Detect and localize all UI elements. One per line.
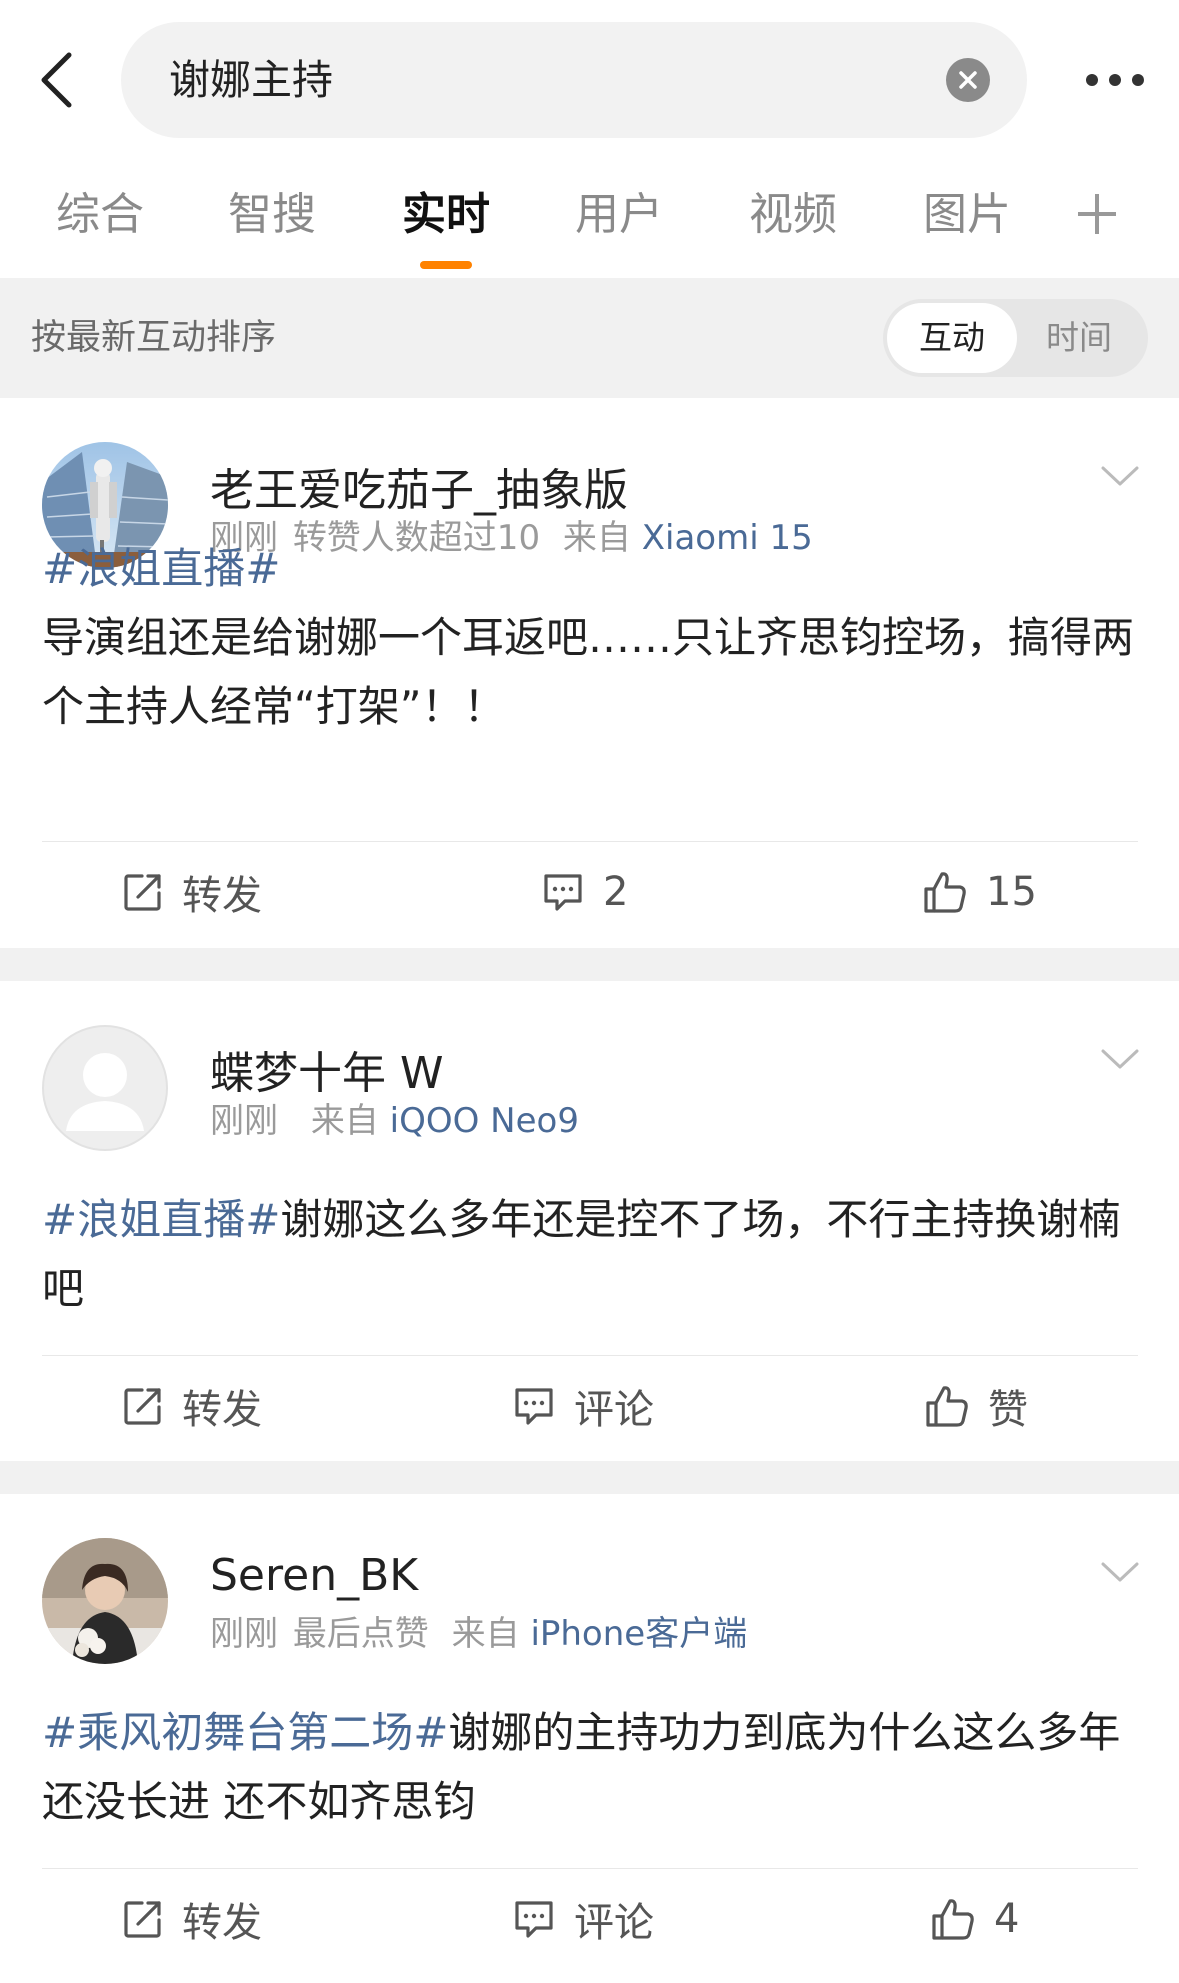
post-card[interactable]: Seren_BK 刚刚 最后点赞 来自 iPhone客户端 #乘风初舞台第二场#… (0, 1494, 1179, 1983)
like-button[interactable]: 4 (930, 1889, 1019, 1949)
post-time: 刚刚 (210, 1101, 278, 1141)
tab-comprehensive[interactable]: 综合 (55, 180, 145, 250)
post-hashtag[interactable]: #浪姐直播# (42, 534, 1142, 603)
thumbs-up-icon (926, 1386, 968, 1427)
search-input[interactable]: 谢娜主持 (121, 22, 1027, 138)
comment-icon (515, 1388, 553, 1425)
post-text: 导演组还是给谢娜一个耳返吧……只让齐思钧控场，搞得两个主持人经常“打架”！！ (42, 613, 1135, 731)
thumbs-up-icon (924, 872, 966, 913)
avatar[interactable] (42, 1025, 168, 1151)
like-count: 15 (986, 869, 1037, 915)
active-tab-indicator (420, 261, 472, 269)
sort-option-interaction[interactable]: 互动 (887, 303, 1017, 373)
back-button[interactable] (28, 44, 84, 116)
repost-icon (124, 874, 161, 911)
repost-button[interactable]: 转发 (122, 1376, 262, 1436)
chevron-down-icon[interactable] (1099, 1043, 1141, 1073)
post-extra: 最后点赞 (292, 1614, 429, 1654)
close-icon (959, 71, 977, 89)
post-content: #浪姐直播# 导演组还是给谢娜一个耳返吧……只让齐思钧控场，搞得两个主持人经常“… (42, 466, 1142, 731)
post-source-prefix: 来自 (451, 1614, 520, 1654)
add-tab-icon[interactable] (1074, 184, 1120, 244)
post-meta: 刚刚 来自 iQOO Neo9 (210, 1093, 579, 1142)
post-separator (0, 1461, 1179, 1494)
clear-search-button[interactable] (946, 58, 990, 102)
repost-label: 转发 (182, 1387, 262, 1433)
repost-icon (124, 1388, 161, 1425)
post-time: 刚刚 (210, 1614, 278, 1654)
top-bar: 谢娜主持 (0, 0, 1179, 160)
comment-button[interactable]: 评论 (512, 1889, 654, 1949)
tab-videos[interactable]: 视频 (748, 180, 838, 250)
repost-label: 转发 (182, 873, 262, 919)
like-button[interactable]: 赞 (924, 1376, 1028, 1436)
comment-icon (544, 874, 582, 911)
post-source[interactable]: iQOO Neo9 (390, 1101, 579, 1141)
tab-smart-search[interactable]: 智搜 (227, 180, 317, 250)
repost-button[interactable]: 转发 (122, 1889, 262, 1949)
comment-button[interactable]: 评论 (512, 1376, 654, 1436)
sort-option-time[interactable]: 时间 (1014, 303, 1144, 373)
post-hashtag[interactable]: #乘风初舞台第二场# (42, 1708, 448, 1757)
sort-label: 按最新互动排序 (31, 318, 277, 358)
post-content: #乘风初舞台第二场#谢娜的主持功力到底为什么这么多年还没长进 还不如齐思钧 (42, 1698, 1142, 1836)
post-username[interactable]: Seren_BK (210, 1550, 418, 1601)
tab-users[interactable]: 用户 (574, 180, 664, 250)
post-divider (42, 1868, 1138, 1869)
comment-label: 评论 (574, 1900, 654, 1946)
avatar[interactable] (42, 1538, 168, 1664)
like-button[interactable]: 15 (922, 862, 1037, 922)
post-source-prefix: 来自 (310, 1101, 379, 1141)
repost-icon (124, 1901, 161, 1938)
post-card[interactable]: 蝶梦十年 W 刚刚 来自 iQOO Neo9 #浪姐直播#谢娜这么多年还是控不了… (0, 981, 1179, 1461)
post-hashtag[interactable]: #浪姐直播# (42, 1195, 280, 1244)
post-divider (42, 841, 1138, 842)
sort-bar: 按最新互动排序 互动 时间 (0, 278, 1179, 398)
post-source[interactable]: iPhone客户端 (530, 1614, 747, 1654)
post-content: #浪姐直播#谢娜这么多年还是控不了场，不行主持换谢楠吧 (42, 1185, 1142, 1323)
avatar-person-photo (42, 1538, 168, 1664)
post-username[interactable]: 蝶梦十年 W (210, 1037, 444, 1101)
search-query-text: 谢娜主持 (169, 56, 333, 104)
tab-images[interactable]: 图片 (922, 180, 1012, 250)
chevron-down-icon[interactable] (1099, 1556, 1141, 1586)
thumbs-up-icon (932, 1899, 974, 1940)
repost-button[interactable]: 转发 (122, 862, 262, 922)
more-options-button[interactable] (1065, 60, 1165, 100)
post-meta: 刚刚 最后点赞 来自 iPhone客户端 (210, 1606, 747, 1655)
chevron-left-icon (41, 52, 72, 108)
like-count: 4 (994, 1896, 1020, 1942)
more-dot-icon (1086, 74, 1098, 86)
like-label: 赞 (988, 1387, 1028, 1433)
sort-toggle: 互动 时间 (883, 299, 1148, 377)
comment-count: 2 (603, 869, 629, 915)
repost-label: 转发 (182, 1900, 262, 1946)
more-dot-icon (1132, 74, 1144, 86)
tab-realtime[interactable]: 实时 (401, 180, 491, 250)
post-separator (0, 948, 1179, 981)
search-tabs: 综合 智搜 实时 用户 视频 图片 (0, 170, 1179, 278)
more-dot-icon (1109, 74, 1121, 86)
default-user-icon (66, 1053, 144, 1131)
post-card[interactable]: 老王爱吃茄子_抽象版 刚刚 转赞人数超过10 来自 Xiaomi 15 #浪姐直… (0, 398, 1179, 948)
comment-label: 评论 (574, 1387, 654, 1433)
post-divider (42, 1355, 1138, 1356)
comment-button[interactable]: 2 (541, 862, 628, 922)
comment-icon (515, 1901, 553, 1938)
